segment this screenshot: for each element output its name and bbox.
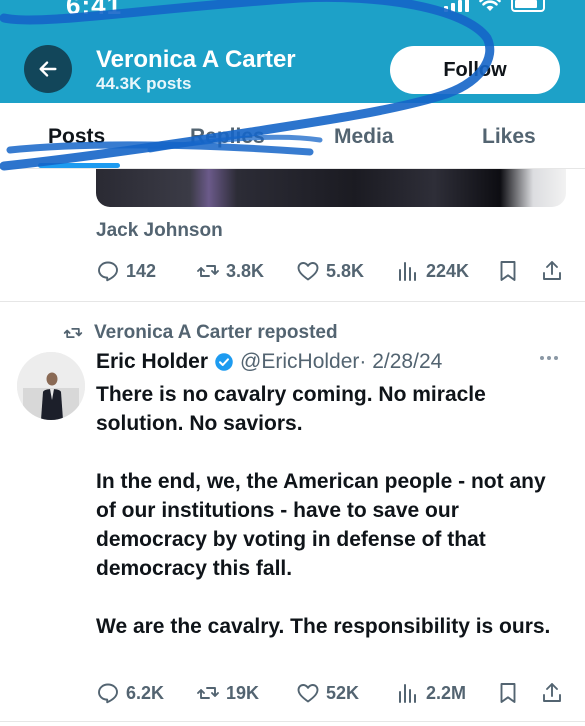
repost-count: 19K [226,682,260,703]
reply-button[interactable]: 6.2K [96,680,164,706]
post-paragraph: In the end, we, the American people - no… [96,470,546,580]
more-icon[interactable] [540,356,558,360]
repost-count: 3.8K [226,260,265,281]
repost-icon [197,265,219,277]
post-divider [0,301,585,302]
author-name[interactable]: Eric Holder [96,350,208,374]
profile-name: Veronica A Carter [96,46,296,73]
repost-context[interactable]: Veronica A Carter reposted [62,322,338,344]
post-paragraph: There is no cavalry coming. No miracle s… [96,383,486,435]
like-count: 52K [326,682,360,703]
share-button[interactable] [540,258,564,284]
battery-icon [511,0,545,12]
profile-header: 6:41 Veronica A Carter 44.3K posts Follo… [0,0,585,103]
like-button[interactable]: 52K [296,680,359,706]
post-divider [0,721,585,722]
status-time: 6:41 [66,0,123,20]
views-button[interactable]: 224K [396,258,469,284]
reply-icon [98,261,118,282]
share-icon [543,683,561,702]
signal-icon [444,0,469,12]
verified-badge-icon [214,352,234,372]
avatar[interactable] [17,352,85,420]
profile-tabs: Posts Replies Media Likes [0,103,585,169]
repost-icon [197,687,219,699]
tab-likes[interactable]: Likes [482,125,536,149]
author-handle[interactable]: @EricHolder [240,350,359,374]
tab-posts[interactable]: Posts [48,125,105,149]
post-media-image[interactable] [96,169,566,207]
views-count: 224K [426,260,470,281]
post-date[interactable]: · 2/28/24 [359,350,442,374]
back-button[interactable] [24,45,72,93]
post-author-row: Eric Holder @EricHolder · 2/28/24 [96,350,442,374]
bookmark-icon [500,683,516,703]
repost-button[interactable]: 3.8K [196,258,264,284]
status-icons [444,0,545,12]
like-button[interactable]: 5.8K [296,258,364,284]
views-count: 2.2M [426,682,467,703]
active-tab-indicator [38,163,120,168]
post-actions: 142 3.8K 5.8K 224K [96,258,568,284]
post-text: There is no cavalry coming. No miracle s… [96,380,566,641]
repost-button[interactable]: 19K [196,680,259,706]
bookmark-button[interactable] [496,258,520,284]
tab-media[interactable]: Media [334,125,394,149]
wifi-icon [479,0,501,11]
post-actions: 6.2K 19K 52K 2.2M [96,680,568,706]
quoted-post-author: Jack Johnson [96,220,223,241]
bookmark-button[interactable] [496,680,520,706]
post-paragraph: We are the cavalry. The responsibility i… [96,615,551,638]
share-icon [543,261,561,280]
post-count: 44.3K posts [96,74,192,93]
repost-label: Veronica A Carter reposted [94,322,338,343]
tab-replies[interactable]: Replies [190,125,265,149]
views-icon [399,262,416,281]
like-count: 5.8K [326,260,365,281]
repost-icon [63,327,83,339]
reply-count: 142 [126,260,157,281]
reply-icon [98,683,118,704]
share-button[interactable] [540,680,564,706]
follow-button[interactable]: Follow [390,46,560,94]
views-button[interactable]: 2.2M [396,680,466,706]
avatar-photo [17,352,85,420]
arrow-left-icon [39,61,57,77]
reply-count: 6.2K [126,682,165,703]
bookmark-icon [500,261,516,281]
heart-icon [297,262,319,281]
reply-button[interactable]: 142 [96,258,156,284]
heart-icon [297,684,319,703]
views-icon [399,684,416,703]
